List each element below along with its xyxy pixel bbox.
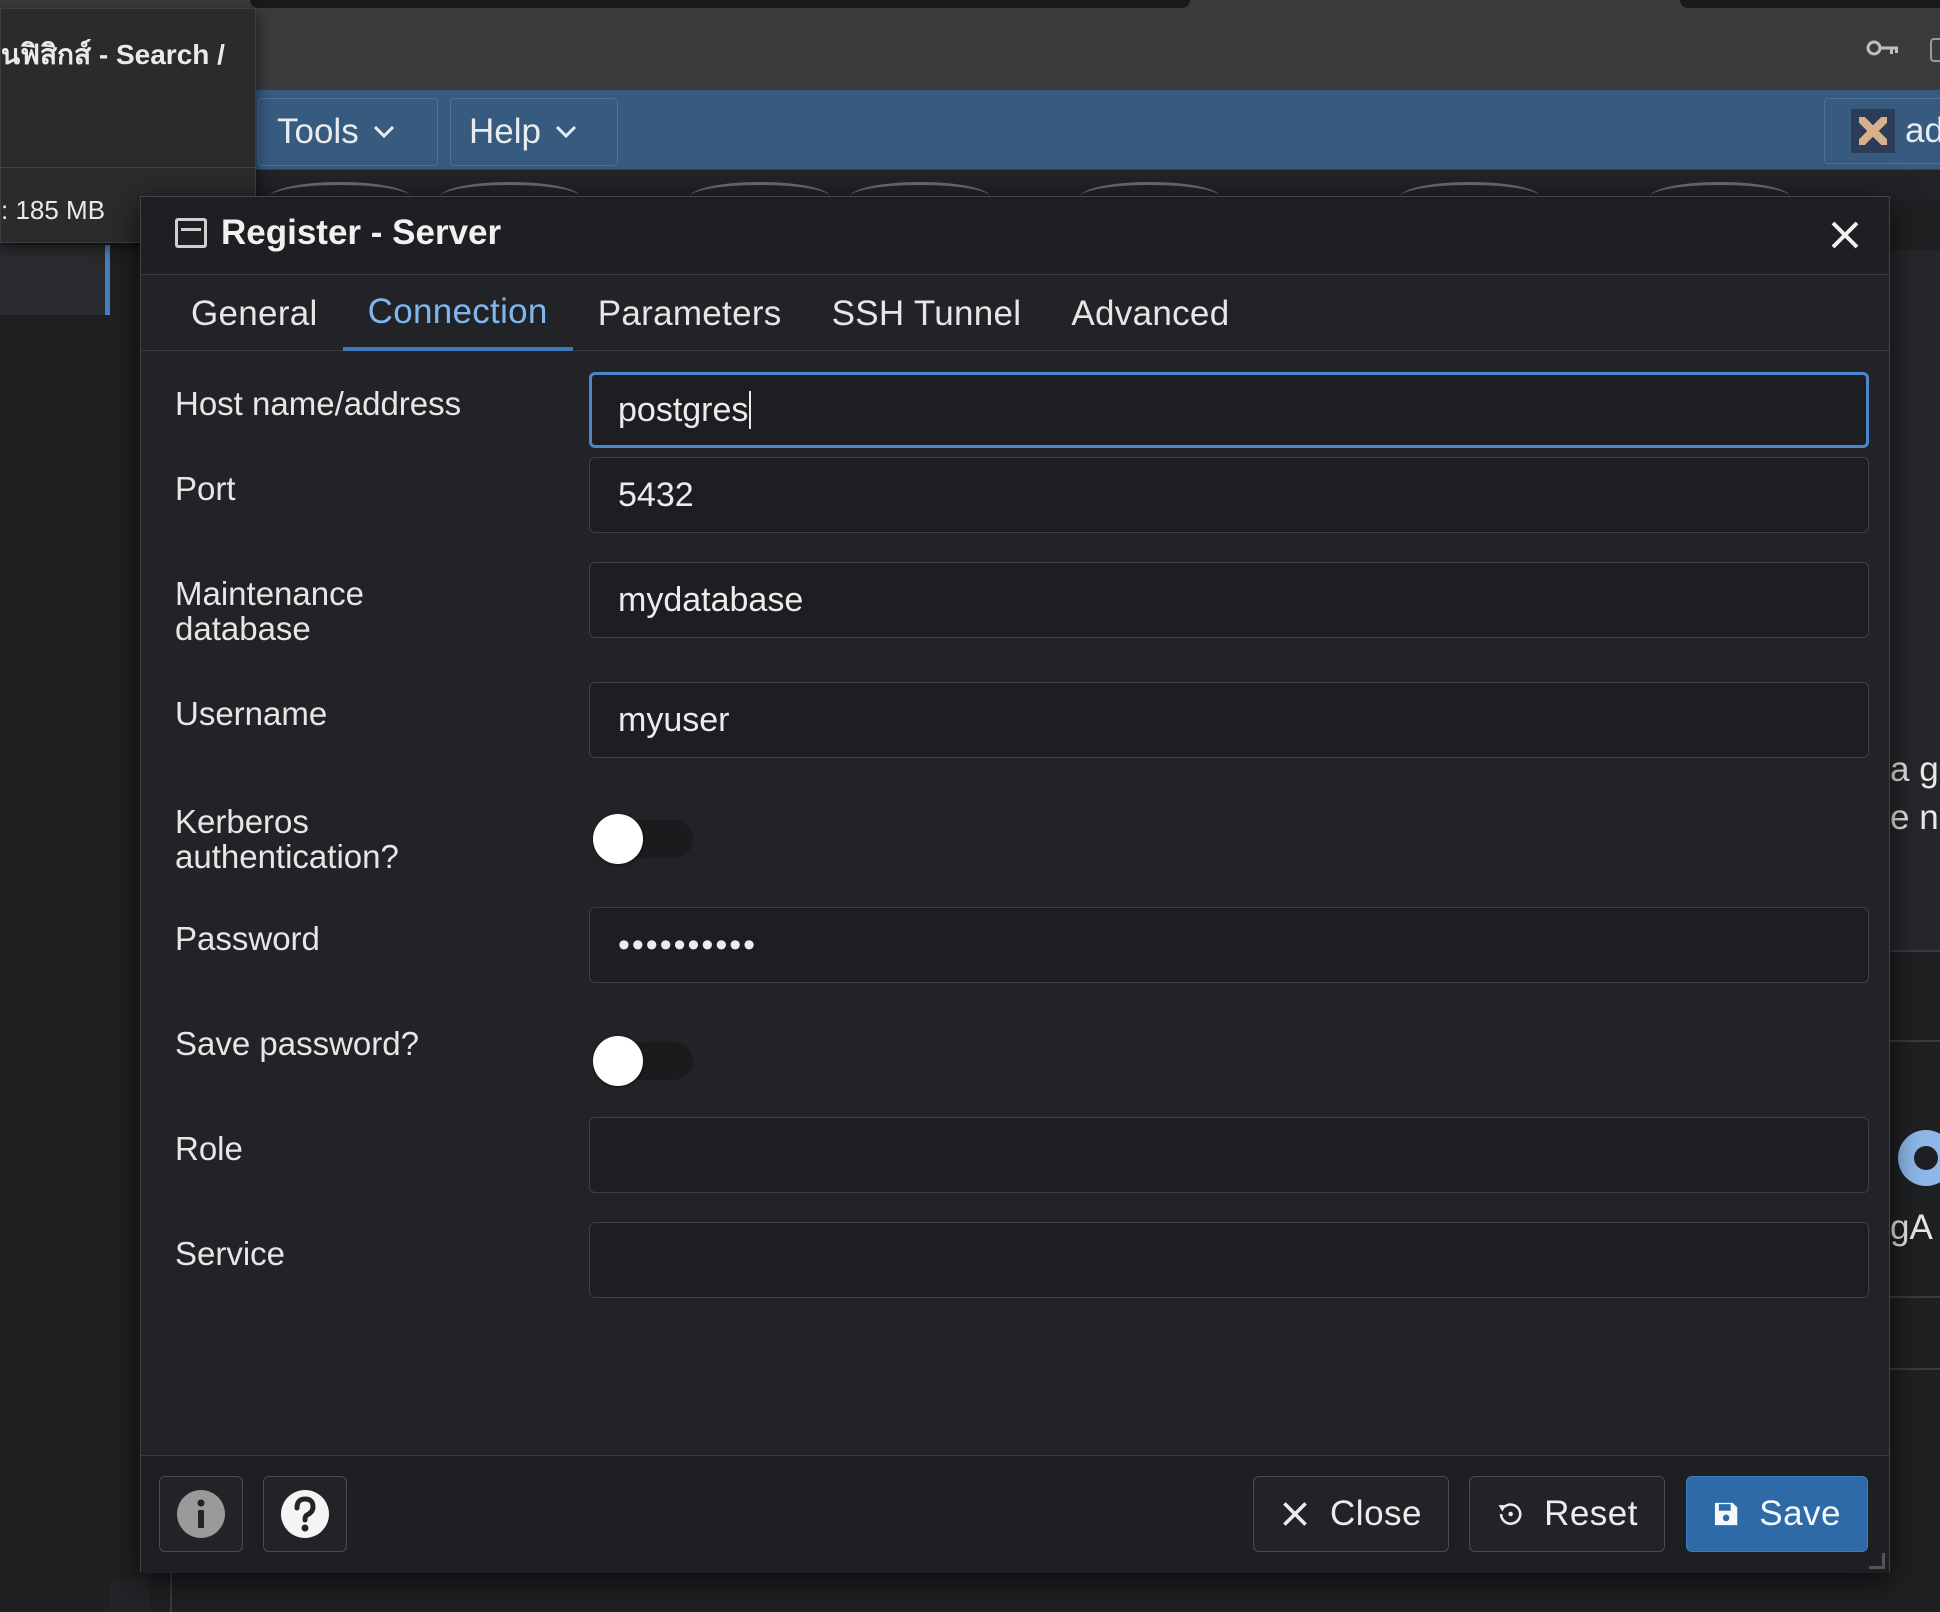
password-input[interactable]: •••••••••• xyxy=(589,907,1869,983)
maintenance-db-value: mydatabase xyxy=(618,580,804,619)
divider xyxy=(1890,1296,1940,1298)
divider xyxy=(1890,950,1940,952)
service-input[interactable] xyxy=(589,1222,1869,1298)
reset-button-label: Reset xyxy=(1544,1494,1638,1533)
browser-toolbar xyxy=(0,0,1940,90)
port-label: Port xyxy=(175,470,236,507)
resize-handle[interactable] xyxy=(1869,1553,1885,1569)
dialog-tabs: General Connection Parameters SSH Tunnel… xyxy=(141,276,1889,351)
tab-connection[interactable]: Connection xyxy=(342,276,573,351)
host-input[interactable]: postgres xyxy=(589,372,1869,448)
help-icon xyxy=(281,1490,329,1538)
browser-tab-edge xyxy=(1680,0,1940,8)
help-menu-button[interactable]: Help xyxy=(450,98,618,166)
save-password-toggle[interactable] xyxy=(593,1036,693,1086)
tools-menu-label: Tools xyxy=(277,112,359,151)
dialog-title-text: Register - Server xyxy=(221,213,502,252)
role-input[interactable] xyxy=(589,1117,1869,1193)
dialog-header[interactable]: Register - Server xyxy=(141,197,1889,275)
browser-tab-edge xyxy=(250,0,1190,8)
divider xyxy=(1,167,255,168)
username-input[interactable]: myuser xyxy=(589,682,1869,758)
reset-button[interactable]: Reset xyxy=(1469,1476,1665,1552)
divider xyxy=(1890,1040,1940,1042)
toggle-knob xyxy=(593,1036,643,1086)
dashboard-text: e n xyxy=(1890,798,1939,837)
browser-tree-selected-item[interactable] xyxy=(0,245,110,315)
avatar xyxy=(1851,109,1895,153)
user-menu-button[interactable]: ad xyxy=(1824,98,1940,164)
username-label: Username xyxy=(175,695,328,732)
text-caret xyxy=(749,391,752,429)
save-button[interactable]: Save xyxy=(1686,1476,1868,1552)
kerberos-label: Kerberos authentication? xyxy=(175,803,399,875)
host-label: Host name/address xyxy=(175,385,462,422)
register-server-dialog: Register - Server General Connection Par… xyxy=(140,196,1890,1573)
extension-icon[interactable] xyxy=(1930,38,1940,62)
app-menubar: Tools Help xyxy=(0,90,1940,170)
chevron-down-icon xyxy=(373,125,394,139)
save-button-label: Save xyxy=(1759,1494,1841,1533)
close-button-label: Close xyxy=(1330,1494,1422,1533)
password-label: Password xyxy=(175,920,320,957)
info-button[interactable] xyxy=(159,1476,243,1552)
tab-ssh-tunnel[interactable]: SSH Tunnel xyxy=(807,276,1047,351)
dashboard-text: gA xyxy=(1890,1208,1933,1247)
service-label: Service xyxy=(175,1235,286,1272)
dialog-footer: Close Reset Save xyxy=(141,1455,1889,1573)
chevron-down-icon xyxy=(555,125,577,139)
hover-card-title: นฟิสิกส์ - Search / xyxy=(1,39,225,70)
close-icon[interactable] xyxy=(1823,213,1867,257)
kerberos-toggle[interactable] xyxy=(593,814,693,864)
maintenance-db-label: Maintenance database xyxy=(175,575,364,647)
dashboard-panel xyxy=(1890,250,1940,950)
gear-icon xyxy=(1898,1130,1940,1186)
role-label: Role xyxy=(175,1130,243,1167)
hover-card-memory: : 185 MB xyxy=(1,195,106,225)
info-icon xyxy=(177,1490,225,1538)
maintenance-db-input[interactable]: mydatabase xyxy=(589,562,1869,638)
tab-advanced[interactable]: Advanced xyxy=(1046,276,1254,351)
key-icon[interactable] xyxy=(1866,36,1900,60)
help-menu-label: Help xyxy=(469,112,541,151)
reset-icon xyxy=(1498,1503,1522,1525)
port-value: 5432 xyxy=(618,475,694,514)
divider xyxy=(1890,1368,1940,1370)
close-icon xyxy=(1283,1502,1307,1526)
username-value: myuser xyxy=(618,700,730,739)
password-value: •••••••••• xyxy=(618,925,758,964)
user-label: ad xyxy=(1905,111,1940,150)
save-icon xyxy=(1714,1502,1738,1526)
tab-parameters[interactable]: Parameters xyxy=(573,276,807,351)
tab-general[interactable]: General xyxy=(166,276,343,351)
toggle-knob xyxy=(593,814,643,864)
host-value: postgres xyxy=(618,390,749,429)
tools-menu-button[interactable]: Tools xyxy=(258,98,438,166)
dashboard-text: a g xyxy=(1890,750,1939,789)
help-button[interactable] xyxy=(263,1476,347,1552)
server-icon xyxy=(175,218,207,248)
dialog-title: Register - Server xyxy=(175,213,501,253)
save-password-label: Save password? xyxy=(175,1025,419,1062)
port-input[interactable]: 5432 xyxy=(589,457,1869,533)
sidebar-edge xyxy=(110,1580,150,1612)
close-button[interactable]: Close xyxy=(1253,1476,1449,1552)
